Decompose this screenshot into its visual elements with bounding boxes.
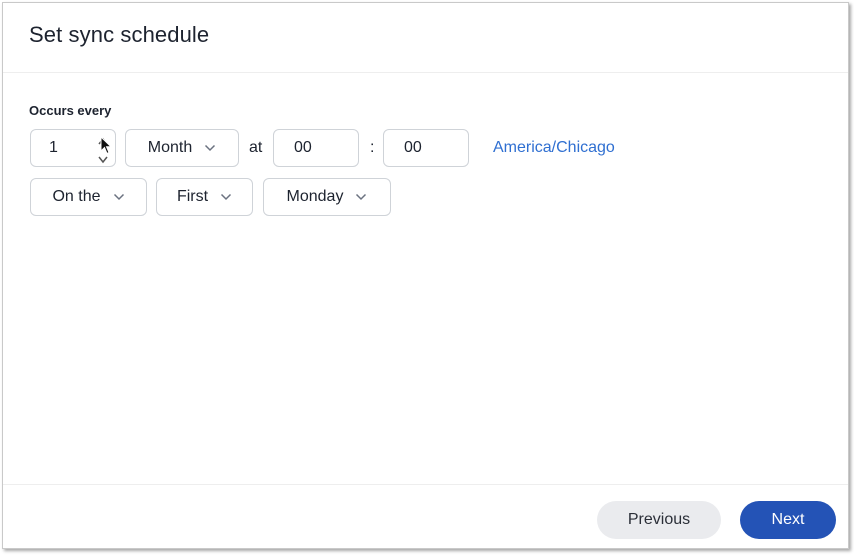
interval-value: 1 (49, 139, 58, 156)
hour-input[interactable]: 00 (273, 129, 359, 167)
minute-value: 00 (404, 139, 422, 156)
time-separator: : (370, 139, 375, 156)
sync-schedule-dialog: Set sync schedule Occurs every 1 Month a… (2, 2, 849, 549)
next-button[interactable]: Next (740, 501, 836, 539)
interval-unit-value: Month (147, 139, 193, 156)
mouse-cursor-icon (100, 136, 113, 155)
dialog-header: Set sync schedule (3, 3, 848, 73)
dialog-body: Occurs every 1 Month at 00 : 00 America/… (3, 73, 848, 484)
at-label: at (249, 139, 263, 156)
weekday-select[interactable]: Monday (263, 178, 391, 216)
day-mode-select[interactable]: On the (30, 178, 147, 216)
chevron-down-icon (113, 193, 124, 201)
ordinal-select[interactable]: First (156, 178, 253, 216)
interval-unit-select[interactable]: Month (125, 129, 239, 167)
day-mode-value: On the (52, 188, 101, 205)
chevron-down-icon (356, 193, 367, 201)
chevron-down-icon (221, 193, 232, 201)
timezone-link[interactable]: America/Chicago (493, 139, 615, 157)
minute-input[interactable]: 00 (383, 129, 469, 167)
occurs-every-label: Occurs every (29, 103, 112, 118)
hour-value: 00 (294, 139, 312, 156)
previous-button[interactable]: Previous (597, 501, 721, 539)
dialog-footer: Previous Next (3, 484, 848, 548)
weekday-value: Monday (286, 188, 344, 205)
ordinal-value: First (176, 188, 209, 205)
chevron-down-icon (205, 144, 216, 152)
dialog-title: Set sync schedule (29, 22, 210, 47)
